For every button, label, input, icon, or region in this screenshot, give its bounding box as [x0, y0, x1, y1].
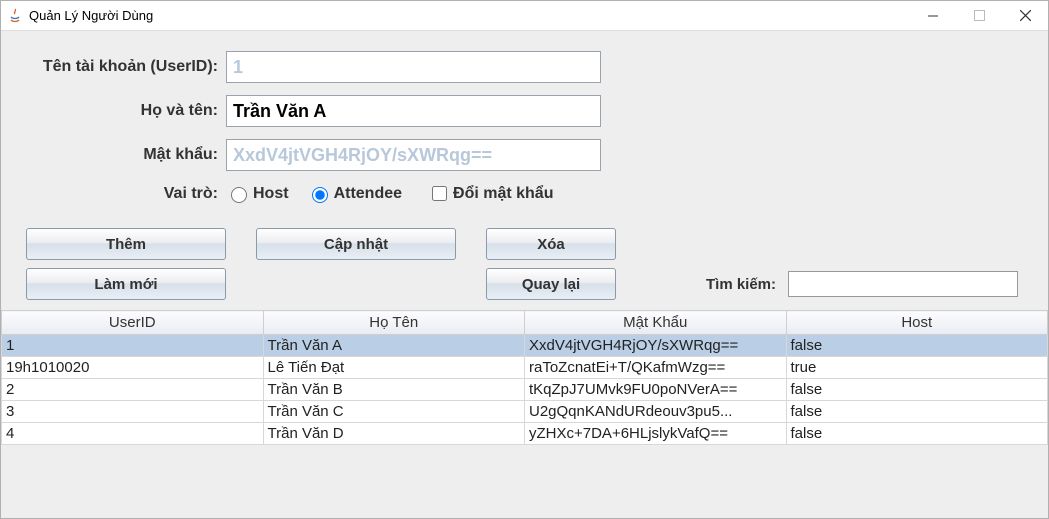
row-userid: Tên tài khoản (UserID): [26, 51, 1023, 83]
table-header[interactable]: Mật Khẩu [525, 311, 787, 335]
form-panel: Tên tài khoản (UserID): Họ và tên: Mật k… [1, 31, 1048, 518]
table-cell: false [786, 423, 1048, 445]
radio-host-label: Host [253, 185, 289, 203]
table-cell: false [786, 379, 1048, 401]
userid-label: Tên tài khoản (UserID): [26, 58, 226, 76]
checkbox-changepw-label: Đổi mật khẩu [453, 185, 553, 203]
radio-host[interactable] [231, 187, 247, 203]
refresh-button[interactable]: Làm mới [26, 268, 226, 300]
java-icon [7, 8, 23, 24]
app-window: Quản Lý Người Dùng Tên tài khoản (UserID… [0, 0, 1049, 519]
row-name: Họ và tên: [26, 95, 1023, 127]
table-cell: raToZcnatEi+T/QKafmWzg== [525, 357, 787, 379]
table-cell: yZHXc+7DA+6HLjslykVafQ== [525, 423, 787, 445]
checkbox-changepw-wrap[interactable]: Đổi mật khẩu [428, 183, 553, 204]
password-input [226, 139, 601, 171]
radio-host-wrap[interactable]: Host [226, 184, 289, 203]
update-button[interactable]: Cập nhật [256, 228, 456, 260]
table-row[interactable]: 4Trần Văn DyZHXc+7DA+6HLjslykVafQ==false [2, 423, 1048, 445]
add-button[interactable]: Thêm [26, 228, 226, 260]
table-cell: tKqZpJ7UMvk9FU0poNVerA== [525, 379, 787, 401]
table-header[interactable]: Host [786, 311, 1048, 335]
titlebar: Quản Lý Người Dùng [1, 1, 1048, 31]
table-cell: 1 [2, 335, 264, 357]
table-row[interactable]: 19h1010020Lê Tiến ĐạtraToZcnatEi+T/QKafm… [2, 357, 1048, 379]
table-cell: U2gQqnKANdURdeouv3pu5... [525, 401, 787, 423]
table-cell: 2 [2, 379, 264, 401]
table-cell: 19h1010020 [2, 357, 264, 379]
table-row[interactable]: 1Trần Văn AXxdV4jtVGH4RjOY/sXWRqg==false [2, 335, 1048, 357]
table-cell: 3 [2, 401, 264, 423]
window-controls [910, 1, 1048, 31]
table-cell: Trần Văn B [263, 379, 525, 401]
name-label: Họ và tên: [26, 102, 226, 120]
table-cell: Trần Văn D [263, 423, 525, 445]
search-label: Tìm kiếm: [706, 276, 776, 293]
role-label: Vai trò: [26, 185, 226, 203]
minimize-button[interactable] [910, 1, 956, 31]
table-cell: Trần Văn A [263, 335, 525, 357]
delete-button[interactable]: Xóa [486, 228, 616, 260]
table-cell: false [786, 401, 1048, 423]
role-group: Host Attendee Đổi mật khẩu [226, 183, 553, 204]
table-row[interactable]: 3Trần Văn CU2gQqnKANdURdeouv3pu5...false [2, 401, 1048, 423]
table-cell: XxdV4jtVGH4RjOY/sXWRqg== [525, 335, 787, 357]
maximize-button[interactable] [956, 1, 1002, 31]
button-row-1: Thêm Cập nhật Xóa [26, 228, 1023, 260]
name-input[interactable] [226, 95, 601, 127]
table-cell: false [786, 335, 1048, 357]
search-input[interactable] [788, 271, 1018, 297]
close-button[interactable] [1002, 1, 1048, 31]
table-wrap: UserIDHọ TênMật KhẩuHost 1Trần Văn AXxdV… [1, 310, 1048, 445]
button-row-2: Làm mới Quay lại Tìm kiếm: [26, 268, 1023, 300]
radio-attendee-label: Attendee [334, 185, 402, 203]
row-role: Vai trò: Host Attendee Đổi mật khẩu [26, 183, 1023, 204]
table-cell: Trần Văn C [263, 401, 525, 423]
radio-attendee[interactable] [312, 187, 328, 203]
table-header[interactable]: Họ Tên [263, 311, 525, 335]
window-title: Quản Lý Người Dùng [29, 8, 910, 23]
table-row[interactable]: 2Trần Văn BtKqZpJ7UMvk9FU0poNVerA==false [2, 379, 1048, 401]
userid-input [226, 51, 601, 83]
table-header[interactable]: UserID [2, 311, 264, 335]
table-cell: true [786, 357, 1048, 379]
table-cell: 4 [2, 423, 264, 445]
radio-attendee-wrap[interactable]: Attendee [307, 184, 402, 203]
password-label: Mật khẩu: [26, 146, 226, 164]
users-table[interactable]: UserIDHọ TênMật KhẩuHost 1Trần Văn AXxdV… [1, 310, 1048, 445]
row-password: Mật khẩu: [26, 139, 1023, 171]
checkbox-changepw[interactable] [432, 186, 447, 201]
back-button[interactable]: Quay lại [486, 268, 616, 300]
table-cell: Lê Tiến Đạt [263, 357, 525, 379]
